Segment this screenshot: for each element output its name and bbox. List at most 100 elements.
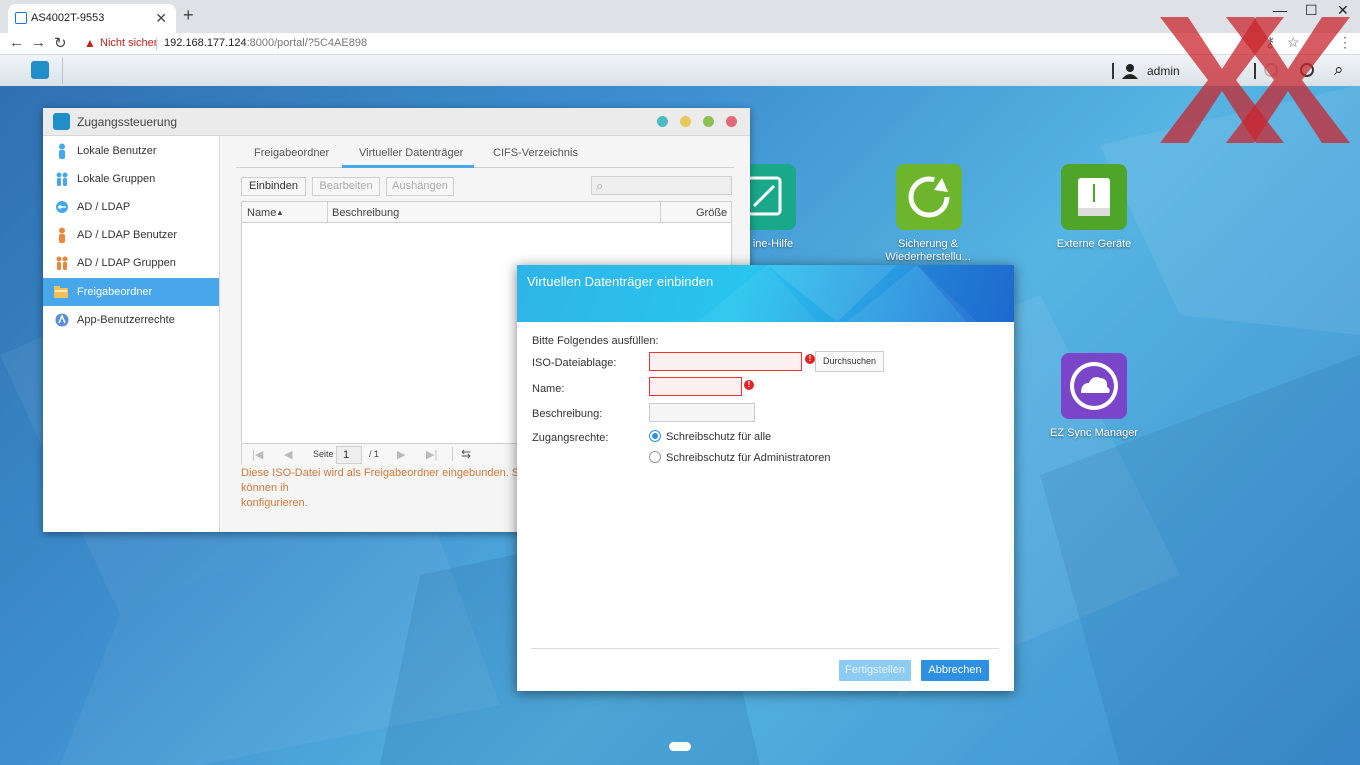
mount-button[interactable]: Einbinden bbox=[241, 177, 306, 196]
external-devices-app-icon[interactable] bbox=[1061, 164, 1127, 230]
sidebar-item-app-permissions[interactable]: App-Benutzerrechte bbox=[43, 306, 219, 334]
search-icon[interactable]: ⌕ bbox=[1334, 60, 1344, 80]
table-header: Name ▲ Beschreibung Größe bbox=[242, 202, 731, 223]
back-arrow-icon[interactable]: ← bbox=[9, 34, 24, 51]
iso-location-input[interactable] bbox=[649, 352, 802, 371]
backup-restore-label-line1: Sicherung & bbox=[898, 238, 958, 250]
window-title: Zugangssteuerung bbox=[77, 115, 178, 129]
sidebar-item-shared-folders[interactable]: Freigabeordner bbox=[43, 278, 219, 306]
tab-divider bbox=[236, 167, 734, 168]
page-total: / 1 bbox=[369, 449, 380, 459]
next-page-icon[interactable]: ▶ bbox=[397, 448, 405, 461]
window-minimize-button[interactable] bbox=[680, 116, 691, 127]
backup-restore-icon bbox=[908, 176, 950, 218]
refresh-icon[interactable]: ⇆ bbox=[461, 447, 471, 461]
sidebar-item-ad-ldap[interactable]: AD / LDAP bbox=[43, 193, 219, 221]
desktop-dock-indicator[interactable] bbox=[669, 742, 691, 751]
sidebar-item-label: Lokale Benutzer bbox=[77, 145, 157, 157]
window-maximize-button[interactable] bbox=[703, 116, 714, 127]
mount-virtual-disk-dialog: Virtuellen Datenträger einbinden Bitte F… bbox=[517, 265, 1014, 691]
radio-readonly-all[interactable] bbox=[649, 430, 661, 442]
close-tab-icon[interactable]: ✕ bbox=[155, 10, 167, 27]
user-icon bbox=[59, 143, 65, 159]
user-avatar-icon[interactable] bbox=[1122, 63, 1138, 79]
ez-sync-app-icon[interactable] bbox=[1061, 353, 1127, 419]
url-field[interactable]: 192.168.177.124:8000/portal/?5C4AE898 bbox=[164, 37, 367, 49]
error-icon: ! bbox=[805, 354, 815, 364]
tab-cifs-directory[interactable]: CIFS-Verzeichnis bbox=[493, 147, 578, 159]
sidebar-item-local-groups[interactable]: Lokale Gruppen bbox=[43, 165, 219, 193]
backup-restore-label[interactable]: Sicherung & Wiederherstellu... bbox=[868, 238, 988, 264]
browser-tab[interactable]: AS4002T-9553 ✕ bbox=[8, 4, 176, 33]
sidebar-item-ad-ldap-users[interactable]: AD / LDAP Benutzer bbox=[43, 221, 219, 249]
error-icon: ! bbox=[744, 380, 754, 390]
column-description[interactable]: Beschreibung bbox=[332, 207, 399, 219]
settings-icon[interactable] bbox=[1264, 63, 1278, 77]
ldap-group-icon bbox=[56, 256, 68, 270]
browser-menu-icon[interactable]: ⋮ bbox=[1338, 34, 1352, 51]
close-window-icon[interactable]: ✕ bbox=[1337, 2, 1349, 19]
unmount-button[interactable]: Aushängen bbox=[386, 177, 454, 196]
column-name[interactable]: Name bbox=[247, 207, 276, 219]
bookmark-star-icon[interactable]: ☆ bbox=[1287, 34, 1300, 51]
description-label: Beschreibung: bbox=[532, 408, 603, 420]
pager-divider bbox=[452, 447, 453, 461]
username-label[interactable]: admin bbox=[1147, 64, 1180, 78]
backup-restore-app-icon[interactable] bbox=[896, 164, 962, 230]
insecure-label[interactable]: Nicht sicher bbox=[100, 37, 157, 49]
ldap-user-icon bbox=[59, 227, 65, 243]
maximize-window-icon[interactable]: ☐ bbox=[1305, 2, 1318, 19]
external-devices-label[interactable]: Externe Geräte bbox=[1034, 238, 1154, 251]
info-note-line1: Diese ISO-Datei wird als Freigabeordner … bbox=[241, 467, 528, 494]
column-size[interactable]: Größe bbox=[696, 207, 727, 219]
page-number-input[interactable]: 1 bbox=[336, 446, 362, 464]
previous-page-icon[interactable]: ◀ bbox=[284, 448, 292, 461]
key-icon[interactable]: ⚷ bbox=[1265, 34, 1275, 51]
url-separator bbox=[156, 38, 157, 50]
edit-button[interactable]: Bearbeiten bbox=[312, 177, 380, 196]
sidebar-item-label: AD / LDAP Gruppen bbox=[77, 257, 176, 269]
sort-ascending-icon: ▲ bbox=[276, 208, 284, 217]
radio-readonly-admins[interactable] bbox=[649, 451, 661, 463]
dialog-header: Virtuellen Datenträger einbinden bbox=[517, 265, 1014, 322]
page-label: Seite bbox=[313, 449, 334, 459]
group-icon bbox=[56, 172, 68, 186]
name-input[interactable] bbox=[649, 377, 742, 396]
sidebar-item-ad-ldap-groups[interactable]: AD / LDAP Gruppen bbox=[43, 249, 219, 277]
sidebar-item-label: AD / LDAP bbox=[77, 201, 131, 213]
browser-tab-strip: AS4002T-9553 ✕ + — ☐ ✕ bbox=[0, 0, 1360, 33]
sidebar: Lokale Benutzer Lokale Gruppen AD / LDAP… bbox=[43, 136, 220, 532]
tab-virtual-disk[interactable]: Virtueller Datenträger bbox=[359, 147, 463, 159]
ldap-key-icon bbox=[56, 201, 68, 213]
system-info-icon[interactable] bbox=[1300, 63, 1314, 77]
minimize-window-icon[interactable]: — bbox=[1273, 2, 1287, 18]
finish-button[interactable]: Fertigstellen bbox=[839, 660, 911, 681]
dialog-intro: Bitte Folgendes ausfüllen: bbox=[532, 335, 659, 347]
radio-readonly-all-label[interactable]: Schreibschutz für alle bbox=[666, 431, 771, 443]
browse-button[interactable]: Durchsuchen bbox=[815, 351, 884, 372]
sidebar-item-label: Lokale Gruppen bbox=[77, 173, 156, 185]
browser-tab-title: AS4002T-9553 bbox=[31, 12, 105, 24]
last-page-icon[interactable]: ▶| bbox=[426, 448, 437, 461]
access-control-app-icon[interactable] bbox=[31, 61, 49, 79]
ez-sync-label[interactable]: EZ Sync Manager bbox=[1034, 427, 1154, 440]
search-input[interactable]: ⌕ bbox=[591, 176, 732, 195]
reload-icon[interactable]: ↻ bbox=[54, 34, 67, 52]
app-permissions-icon bbox=[55, 313, 69, 327]
tab-shared-folders[interactable]: Freigabeordner bbox=[254, 147, 329, 159]
window-help-button[interactable] bbox=[657, 116, 668, 127]
first-page-icon[interactable]: |◀ bbox=[252, 448, 263, 461]
window-titlebar[interactable]: Zugangssteuerung bbox=[43, 108, 750, 136]
description-input[interactable] bbox=[649, 403, 755, 422]
sidebar-item-local-users[interactable]: Lokale Benutzer bbox=[43, 137, 219, 165]
new-tab-button[interactable]: + bbox=[183, 5, 194, 26]
backup-restore-label-line2: Wiederherstellu... bbox=[885, 251, 971, 263]
window-close-button[interactable] bbox=[726, 116, 737, 127]
column-divider bbox=[327, 202, 328, 223]
radio-readonly-admins-label[interactable]: Schreibschutz für Administratoren bbox=[666, 452, 830, 464]
forward-arrow-icon[interactable]: → bbox=[31, 34, 46, 51]
cancel-button[interactable]: Abbrechen bbox=[921, 660, 989, 681]
url-path: :8000/portal/?5C4AE898 bbox=[246, 37, 368, 49]
access-control-icon bbox=[53, 113, 70, 130]
warning-triangle-icon: ▲ bbox=[84, 36, 96, 50]
